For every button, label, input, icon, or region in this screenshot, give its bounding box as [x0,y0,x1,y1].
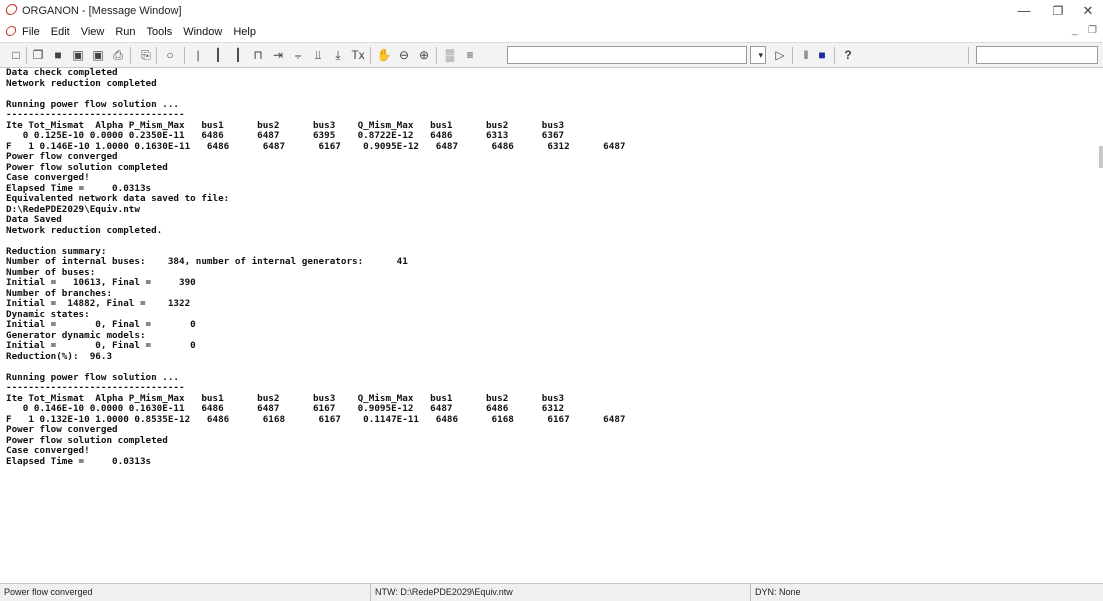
log-line: Reduction(%): 96.3 [6,351,113,362]
step-down-icon[interactable]: ⤓ [330,47,346,63]
status-message: Power flow converged [4,587,93,597]
stop-icon[interactable]: ■ [814,47,830,63]
log-line: Ite Tot_Mismat Alpha P_Mism_Max bus1 bus… [6,393,565,404]
log-line: Reduction summary: [6,246,107,257]
menu-run[interactable]: Run [115,26,135,38]
log-line: Data check completed [6,68,118,78]
log-line: Power flow converged [6,425,118,435]
menu-help[interactable]: Help [233,26,256,38]
print-icon[interactable]: ⎙ [110,47,126,63]
grid-icon[interactable]: ┃ [210,47,226,63]
log-line: Running power flow solution ... [6,372,180,383]
log-line: Power flow solution completed [6,435,168,446]
menu-view[interactable]: View [81,26,105,38]
toolbar-input-field[interactable] [507,46,747,64]
menu-file[interactable]: File [22,26,40,38]
log-line: Number of buses: [6,267,96,278]
log-line: -------------------------------- [6,110,185,120]
log-line: Case converged! [6,173,90,183]
log-line: Running power flow solution ... [6,99,180,110]
log-line: Network reduction completed [6,78,157,89]
status-dynamics: DYN: None [750,584,1103,601]
log-line: -------------------------------- [6,383,185,393]
hand-icon[interactable]: ✋ [376,47,392,63]
arrow-bar-icon[interactable]: ⇥ [270,47,286,63]
organon-logo-icon [4,4,19,15]
log-line: Power flow solution completed [6,162,168,173]
zoom-in-icon[interactable]: ⊕ [416,47,432,63]
new-document-icon[interactable]: □ [8,47,24,63]
log-line: Ite Tot_Mismat Alpha P_Mism_Max bus1 bus… [6,120,565,131]
export-icon[interactable]: ≡ [462,47,478,63]
menu-window[interactable]: Window [183,26,222,38]
window-title: ORGANON - [Message Window] [22,5,182,17]
log-line: Dynamic states: [6,309,90,320]
log-line: Generator dynamic models: [6,330,146,341]
log-line: Power flow converged [6,152,118,162]
bracket-icon[interactable]: ⊓ [250,47,266,63]
status-network-file: NTW: D:\RedePDE2029\Equiv.ntw [370,584,750,601]
zoom-circle-icon[interactable]: ○ [162,47,178,63]
log-line: F 1 0.132E-10 1.0000 0.8535E-12 6486 616… [6,414,626,425]
grid2-icon[interactable]: ┃ [230,47,246,63]
mdi-document-icon[interactable] [4,26,18,36]
save-icon[interactable]: ■ [50,47,66,63]
scrollbar-thumb[interactable] [1099,146,1103,168]
pause-icon[interactable]: ‖ [798,47,814,63]
zoom-out-icon[interactable]: ⊖ [396,47,412,63]
close-button[interactable]: ✕ [1068,0,1103,22]
log-line: F 1 0.146E-10 1.0000 0.1630E-11 6486 648… [6,141,626,152]
mdi-restore-button[interactable]: ❐ [1088,25,1097,36]
title-bar: ORGANON - [Message Window] — ❐ ✕ [0,0,1103,22]
chart-icon[interactable]: ▒ [442,47,458,63]
log-line: Elapsed Time = 0.0313s [6,183,152,194]
toolbar-separator [184,47,185,64]
toolbar-separator [370,47,371,64]
step-icon[interactable]: ⫫ [310,47,326,63]
log-line: Initial = 10613, Final = 390 [6,278,196,288]
menu-bar: File Edit View Run Tools Window Help _ ❐ [0,22,1103,42]
toolbar-separator [26,47,27,64]
bar-icon[interactable]: | [190,47,206,63]
toolbar: ▾ ▷ ‖ ■ ? □ ❐ ■ ▣ ▣ ⎙ ⎘ ○ | ┃ ┃ ⊓ ⇥ ⨪ ⫫ ⤓ Tx ✋ ⊖ ⊕ ▒ ≡ [0,42,1103,68]
toolbar-separator [156,47,157,64]
toolbar-dropdown-button[interactable]: ▾ [750,46,766,64]
copy-icon[interactable]: ⎘ [138,47,154,63]
toolbar-separator [436,47,437,64]
message-log: Data check completed Network reduction co… [6,68,625,467]
split-icon[interactable]: ⨪ [290,47,306,63]
log-line: 0 0.125E-10 0.0000 0.2350E-11 6486 6487 … [6,131,565,141]
open-folder-icon[interactable]: ❐ [30,47,46,63]
run-icon[interactable]: ▷ [772,47,788,63]
help-icon[interactable]: ? [840,47,856,63]
log-line: Initial = 14882, Final = 1322 [6,299,191,309]
log-line: Case converged! [6,446,90,456]
save-all-icon[interactable]: ▣ [70,47,86,63]
menu-tools[interactable]: Tools [147,26,173,38]
log-line: Equivalented network data saved to file: [6,194,230,204]
toolbar-separator [130,47,131,64]
log-line: Number of internal buses: 384, number of… [6,257,408,267]
log-line: Elapsed Time = 0.0313s [6,456,152,467]
log-line: Initial = 0, Final = 0 [6,341,196,351]
menu-edit[interactable]: Edit [51,26,70,38]
network-icon[interactable]: ▣ [90,47,106,63]
mdi-minimize-button[interactable]: _ [1072,25,1078,36]
message-window[interactable]: Data check completed Network reduction co… [0,68,1103,583]
log-line: Number of branches: [6,288,113,299]
log-line: Data Saved [6,215,62,225]
log-line: Initial = 0, Final = 0 [6,320,196,330]
menu-items: File Edit View Run Tools Window Help [22,26,256,38]
log-line: D:\RedePDE2029\Equiv.ntw [6,204,140,215]
tx-icon[interactable]: Tx [350,47,366,63]
status-bar: Power flow converged NTW: D:\RedePDE2029… [0,583,1103,601]
log-line: Network reduction completed. [6,225,163,236]
log-line: 0 0.146E-10 0.0000 0.1630E-11 6486 6487 … [6,404,565,414]
toolbar-combo-box[interactable] [976,46,1098,64]
